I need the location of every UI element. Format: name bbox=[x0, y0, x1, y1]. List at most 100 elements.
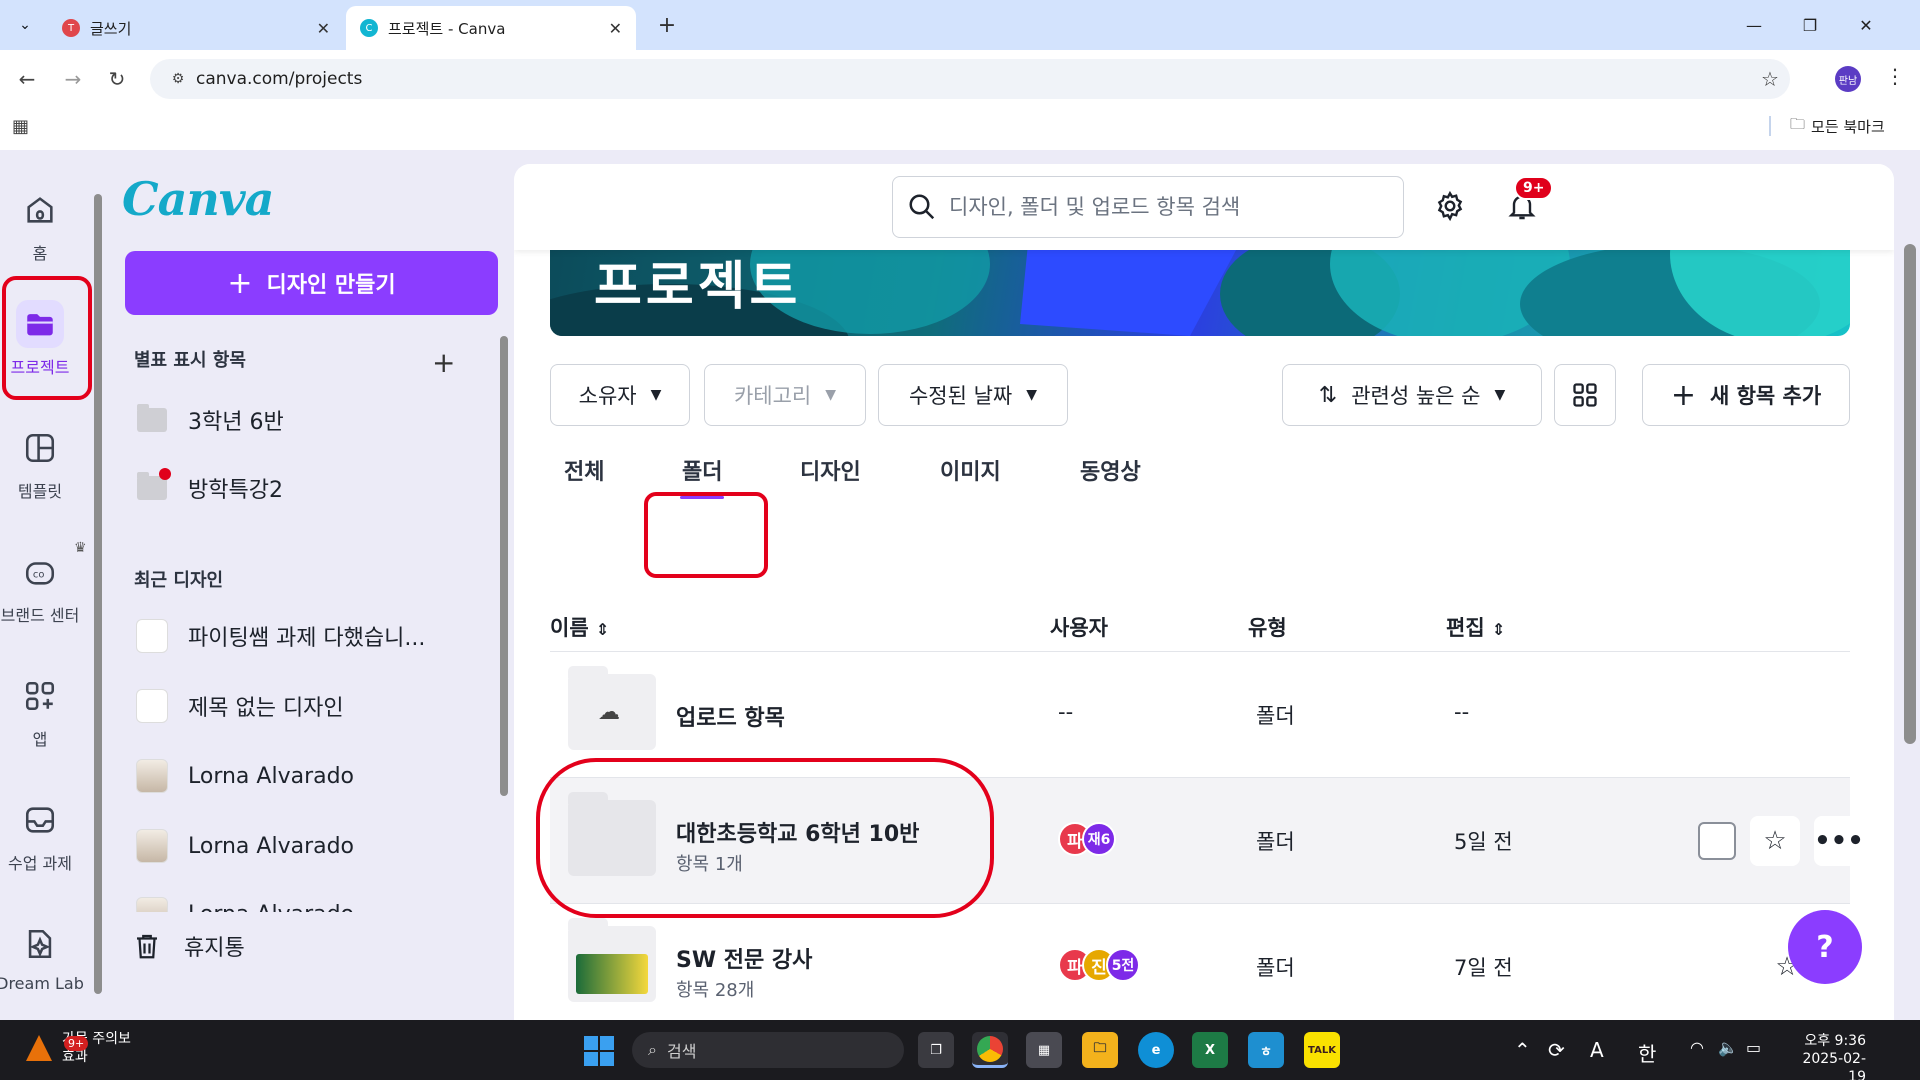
rail-item-assignments[interactable]: 수업 과제 bbox=[0, 796, 80, 874]
add-starred-button[interactable]: + bbox=[432, 346, 455, 379]
forward-button[interactable]: → bbox=[56, 62, 90, 96]
sidebar-scrollbar[interactable] bbox=[498, 320, 510, 1020]
wifi-icon[interactable]: ◠ bbox=[1690, 1038, 1704, 1057]
chrome-taskbar-icon[interactable] bbox=[972, 1032, 1008, 1068]
scrollbar-thumb[interactable] bbox=[94, 194, 102, 994]
tab-designs[interactable]: 디자인 bbox=[800, 454, 861, 486]
search-icon bbox=[909, 194, 935, 220]
scrollbar-thumb[interactable] bbox=[500, 336, 508, 796]
scrollbar-thumb[interactable] bbox=[1904, 244, 1916, 744]
avatar[interactable]: 5전 bbox=[1106, 948, 1140, 982]
recent-design-item[interactable]: 파이팅쌤 과제 다했습니... bbox=[136, 610, 486, 662]
site-settings-icon[interactable]: ⚙ bbox=[160, 71, 196, 87]
more-options-button[interactable]: ••• bbox=[1814, 816, 1864, 866]
bookmark-star-icon[interactable]: ☆ bbox=[1750, 67, 1790, 91]
battery-icon[interactable]: ▭ bbox=[1746, 1038, 1761, 1057]
task-view-icon[interactable]: ❐ bbox=[918, 1032, 954, 1068]
sort-dropdown[interactable]: ⇅ 관련성 높은 순 ▼ bbox=[1282, 364, 1542, 426]
edge-icon[interactable]: e bbox=[1138, 1032, 1174, 1068]
back-button[interactable]: ← bbox=[10, 62, 44, 96]
apps-grid-icon[interactable]: ▦ bbox=[12, 116, 29, 137]
ime-a-indicator[interactable]: A bbox=[1590, 1038, 1604, 1062]
rail-item-brand[interactable]: co ♛ 브랜드 센터 bbox=[0, 540, 87, 626]
canva-logo[interactable]: Canva bbox=[122, 172, 274, 226]
canva-app: 홈 프로젝트 템플릿 co ♛ 브랜드 센터 앱 수업 과제 Dream Lab… bbox=[0, 150, 1920, 1020]
select-checkbox[interactable] bbox=[1698, 822, 1736, 860]
search-box[interactable] bbox=[892, 176, 1404, 238]
svg-text:co: co bbox=[33, 570, 45, 581]
tab-search-button[interactable]: ⌄ bbox=[8, 8, 42, 42]
hangul-icon[interactable]: ㅎ bbox=[1248, 1032, 1284, 1068]
tab-all[interactable]: 전체 bbox=[564, 454, 604, 486]
recent-design-item[interactable]: 제목 없는 디자인 bbox=[136, 680, 486, 732]
main-scrollbar[interactable] bbox=[1900, 150, 1920, 1020]
rail-item-templates[interactable]: 템플릿 bbox=[0, 424, 80, 502]
starred-item[interactable]: 3학년 6반 bbox=[136, 394, 486, 446]
row-name[interactable]: 대한초등학교 6학년 10반 bbox=[676, 816, 919, 848]
sync-icon[interactable]: ⟳ bbox=[1548, 1038, 1565, 1062]
address-bar[interactable]: ⚙ canva.com/projects ☆ bbox=[150, 59, 1790, 99]
tab-videos[interactable]: 동영상 bbox=[1080, 454, 1141, 486]
rail-item-projects[interactable]: 프로젝트 bbox=[0, 300, 80, 378]
new-tab-button[interactable]: + bbox=[650, 8, 684, 42]
browser-menu-icon[interactable]: ⋮ bbox=[1880, 64, 1910, 94]
profile-avatar[interactable]: 판남 bbox=[1835, 66, 1861, 92]
row-edited: -- bbox=[1454, 700, 1470, 724]
rail-item-home[interactable]: 홈 bbox=[0, 186, 80, 264]
chevron-up-icon[interactable]: ⌃ bbox=[1514, 1038, 1531, 1062]
excel-icon[interactable]: X bbox=[1192, 1032, 1228, 1068]
weather-widget[interactable]: 9+ 가뭄 주의보 효과 bbox=[26, 1030, 131, 1066]
system-clock[interactable]: 오후 9:36 2025-02-19 bbox=[1786, 1032, 1866, 1080]
calculator-icon[interactable]: ▦ bbox=[1026, 1032, 1062, 1068]
minimize-button[interactable]: — bbox=[1726, 0, 1782, 50]
close-icon[interactable]: ✕ bbox=[317, 19, 330, 38]
category-filter[interactable]: 카테고리 ▼ bbox=[704, 364, 866, 426]
window-close-button[interactable]: ✕ bbox=[1838, 0, 1894, 50]
browser-tab-canva[interactable]: C 프로젝트 - Canva ✕ bbox=[346, 6, 636, 50]
avatar[interactable]: 재6 bbox=[1082, 822, 1116, 856]
column-user-header: 사용자 bbox=[1050, 616, 1108, 640]
table-row[interactable]: ☁ 업로드 항목 -- 폴더 -- bbox=[550, 652, 1850, 778]
rail-scrollbar[interactable] bbox=[92, 180, 104, 1010]
recent-heading: 최근 디자인 bbox=[134, 570, 224, 591]
rail-item-dream-lab[interactable]: Dream Lab bbox=[0, 920, 84, 993]
starred-item[interactable]: 방학특강2 bbox=[136, 462, 486, 514]
close-icon[interactable]: ✕ bbox=[609, 19, 622, 38]
owner-filter[interactable]: 소유자 ▼ bbox=[550, 364, 690, 426]
create-design-button[interactable]: + 디자인 만들기 bbox=[125, 251, 498, 315]
speaker-muted-icon[interactable]: 🔈 bbox=[1718, 1038, 1738, 1057]
column-edited-header[interactable]: 편집 ⇕ bbox=[1446, 612, 1505, 642]
search-input[interactable] bbox=[949, 195, 1403, 219]
ime-hangul-indicator[interactable]: 한 bbox=[1638, 1038, 1656, 1067]
row-name[interactable]: 업로드 항목 bbox=[676, 700, 785, 732]
reload-button[interactable]: ↻ bbox=[100, 62, 134, 96]
star-button[interactable]: ☆ bbox=[1750, 816, 1800, 866]
modified-date-filter[interactable]: 수정된 날짜 ▼ bbox=[878, 364, 1068, 426]
row-edited: 7일 전 bbox=[1454, 956, 1513, 980]
browser-tab-writing[interactable]: T 글쓰기 ✕ bbox=[48, 6, 344, 50]
recent-design-item[interactable]: Lorna Alvarado bbox=[136, 890, 486, 912]
tab-images[interactable]: 이미지 bbox=[940, 454, 1001, 486]
trash-icon bbox=[137, 934, 157, 959]
table-row[interactable]: 대한초등학교 6학년 10반 항목 1개 파 재6 폴더 5일 전 ☆ ••• bbox=[550, 778, 1864, 904]
file-explorer-icon[interactable]: 🗀 bbox=[1082, 1032, 1118, 1068]
taskbar-search[interactable]: ⌕ 검색 bbox=[632, 1032, 904, 1068]
rail-item-apps[interactable]: 앱 bbox=[0, 672, 80, 750]
table-row[interactable]: SW 전문 강사 항목 28개 파 진 5전 폴더 7일 전 ☆ bbox=[550, 904, 1850, 1020]
column-name-header[interactable]: 이름 ⇕ bbox=[550, 612, 609, 642]
recent-design-item[interactable]: Lorna Alvarado bbox=[136, 820, 486, 872]
recent-design-item[interactable]: Lorna Alvarado bbox=[136, 750, 486, 802]
help-button[interactable]: ? bbox=[1788, 910, 1862, 984]
settings-button[interactable] bbox=[1428, 184, 1472, 228]
design-thumbnail bbox=[136, 619, 168, 653]
row-name[interactable]: SW 전문 강사 bbox=[676, 942, 812, 974]
all-bookmarks-button[interactable]: 🗀 모든 북마크 bbox=[1790, 114, 1885, 139]
add-new-button[interactable]: + 새 항목 추가 bbox=[1642, 364, 1850, 426]
tab-folders[interactable]: 폴더 bbox=[679, 454, 725, 499]
url-text[interactable]: canva.com/projects bbox=[196, 69, 1750, 89]
grid-view-toggle[interactable] bbox=[1554, 364, 1616, 426]
trash-button[interactable]: 휴지통 bbox=[132, 930, 245, 962]
start-button[interactable] bbox=[584, 1036, 614, 1066]
restore-button[interactable]: ❐ bbox=[1782, 0, 1838, 50]
kakaotalk-icon[interactable]: TALK bbox=[1304, 1032, 1340, 1068]
